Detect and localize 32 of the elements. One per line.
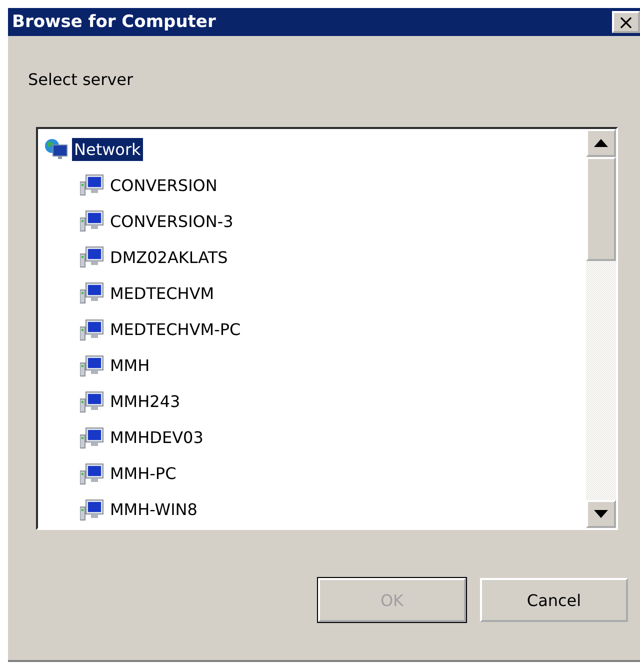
computer-icon bbox=[80, 174, 104, 196]
tree-item[interactable]: Network bbox=[72, 138, 143, 161]
tree-item[interactable]: MMHDEV03 bbox=[108, 426, 206, 450]
computer-icon bbox=[80, 354, 104, 377]
scrollbar[interactable] bbox=[586, 129, 616, 528]
computer-icon bbox=[80, 390, 104, 413]
computer-icon bbox=[80, 462, 104, 485]
prompt-label: Select server bbox=[28, 70, 134, 89]
tree-item[interactable]: CONVERSION-3 bbox=[108, 210, 236, 233]
down-arrow-icon bbox=[594, 510, 608, 518]
dialog-button[interactable]: Cancel bbox=[480, 578, 628, 622]
window-title: Browse for Computer bbox=[12, 12, 216, 32]
scroll-thumb[interactable] bbox=[586, 157, 616, 261]
tree-item[interactable]: CONVERSION bbox=[108, 174, 220, 197]
scroll-down-button[interactable] bbox=[586, 500, 616, 528]
tree-item[interactable]: MMH-WIN8 bbox=[108, 498, 200, 522]
computer-icon bbox=[80, 246, 104, 268]
tree-item[interactable]: MMH243 bbox=[108, 390, 182, 414]
computer-icon bbox=[80, 210, 104, 232]
tree-item[interactable]: MEDTECHVM-PC bbox=[108, 318, 243, 342]
tree-item[interactable]: DMZ02AKLATS bbox=[108, 246, 230, 269]
computer-icon bbox=[80, 282, 104, 304]
computer-icon bbox=[80, 426, 104, 449]
scroll-up-button[interactable] bbox=[586, 129, 616, 157]
tree-item[interactable]: MMH bbox=[108, 354, 152, 378]
network-globe-icon bbox=[44, 138, 68, 160]
computer-icon bbox=[80, 498, 104, 521]
tree-item[interactable]: MMH-PC bbox=[108, 462, 178, 486]
close-button[interactable]: × bbox=[612, 11, 640, 33]
computer-icon bbox=[80, 318, 104, 341]
up-arrow-icon bbox=[594, 139, 608, 147]
tree-item[interactable]: MEDTECHVM bbox=[108, 282, 216, 305]
